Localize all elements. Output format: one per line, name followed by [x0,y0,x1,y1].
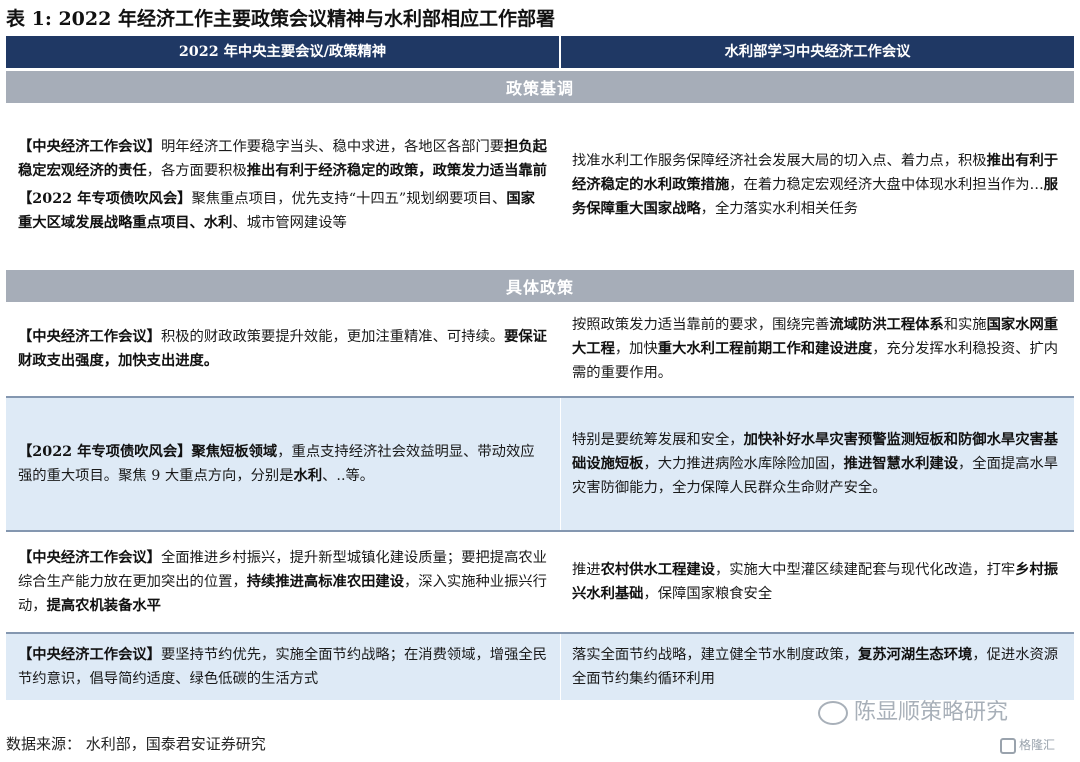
body-text: ，全力落实水利相关任务 [700,200,858,217]
emphasis-text: 提高农机装备水平 [46,598,161,614]
emphasis-text: 水利 [293,468,323,484]
emphasis-text: 【2022 年专项债吹风会】聚焦短板领域 [18,444,278,460]
row2-right-cell: 按照政策发力适当靠前的要求，围绕完善流域防洪工程体系和实施国家水网重大工程，加快… [561,302,1074,396]
table-row: 【中央经济工作会议】要坚持节约优先，实施全面节约战略；在消费领域，增强全民节约意… [6,634,1074,700]
row2-right-text: 按照政策发力适当靠前的要求，围绕完善流域防洪工程体系和实施国家水网重大工程，加快… [572,313,1064,385]
header-right: 水利部学习中央经济工作会议 [724,44,911,60]
emphasis-text: 推进智慧水利建设 [843,456,959,472]
data-source-note: 数据来源： 水利部，国泰君安证券研究 [6,735,266,753]
emphasis-text: 流域防洪工程体系 [829,317,944,333]
body-text: 找准水利工作服务保障经济社会发展大局的切入点、着力点，积极 [572,152,987,169]
row3-left-cell: 【2022 年专项债吹风会】聚焦短板领域，重点支持经济社会效益明显、带动效应强的… [6,398,561,530]
body-text: 聚焦重点项目，优先支持“十四五”规划纲要项目、 [191,190,507,207]
wechat-icon [818,701,848,725]
body-text: ，在着力稳定宏观经济大盘中体现水利担当作为… [729,176,1044,193]
row1-right-text: 找准水利工作服务保障经济社会发展大局的切入点、着力点，积极推出有利于经济稳定的水… [572,149,1064,221]
row2-left-text: 【中央经济工作会议】积极的财政政策要提升效能，更加注重精准、可持续。要保证财政支… [18,325,548,373]
emphasis-text: 【中央经济工作会议】 [18,138,161,155]
emphasis-text: 复苏河湖生态环境 [857,647,973,663]
row1-left-para2: 【2022 年专项债吹风会】聚焦重点项目，优先支持“十四五”规划纲要项目、国家重… [18,187,548,235]
emphasis-text: 推出有利于经济稳定的政策，政策发力适当靠前 [246,162,547,179]
body-text: ，大力推进病险水库除险加固， [643,456,844,472]
body-text: 、..等。 [322,468,375,484]
emphasis-text: 【2022 年专项债吹风会】 [18,190,192,207]
section-policy-tone: 政策基调 [6,71,1074,103]
row2-left-cell: 【中央经济工作会议】积极的财政政策要提升效能，更加注重精准、可持续。要保证财政支… [6,302,561,396]
emphasis-text: 【中央经济工作会议】 [18,550,161,566]
emphasis-text: 持续推进高标准农田建设 [246,574,405,590]
body-text: 明年经济工作要稳字当头、稳中求进，各地区各部门要 [160,138,505,155]
row3-right-text: 特别是要统筹发展和安全，加快补好水旱灾害预警监测短板和防御水旱灾害基础设施短板，… [572,428,1064,500]
body-text: ，加快 [614,341,658,357]
body-text: 推进 [572,562,601,578]
body-text: 、城市管网建设等 [232,214,347,231]
row5-left-cell: 【中央经济工作会议】要坚持节约优先，实施全面节约战略；在消费领域，增强全民节约意… [6,634,561,700]
watermark-text: 陈显顺策略研究 [854,700,1009,725]
corner-watermark-text: 格隆汇 [1019,738,1056,752]
watermark: 陈显顺策略研究 [818,694,1008,726]
body-text: 按照政策发力适当靠前的要求，围绕完善 [572,317,830,333]
body-text: ，实施大中型灌区续建配套与现代化改造，打牢 [714,562,1016,578]
row4-right-text: 推进农村供水工程建设，实施大中型灌区续建配套与现代化改造，打牢乡村振兴水利基础，… [572,558,1064,606]
policy-table: 2022 年中央主要会议/政策精神 水利部学习中央经济工作会议 政策基调 【中央… [6,36,1074,700]
row5-left-text: 【中央经济工作会议】要坚持节约优先，实施全面节约战略；在消费领域，增强全民节约意… [18,643,548,691]
body-text: ，保障国家粮食安全 [643,586,773,602]
emphasis-text: 农村供水工程建设 [600,562,715,578]
table-title: 表 1: 2022 年经济工作主要政策会议精神与水利部相应工作部署 [6,8,555,30]
body-text: 积极的财政政策要提升效能，更加注重精准、可持续。 [160,329,505,345]
row4-right-cell: 推进农村供水工程建设，实施大中型灌区续建配套与现代化改造，打牢乡村振兴水利基础，… [561,532,1074,632]
section-specific-policy: 具体政策 [6,270,1074,302]
emphasis-text: 【中央经济工作会议】 [18,647,161,663]
row1-left-para1: 【中央经济工作会议】明年经济工作要稳字当头、稳中求进，各地区各部门要担负起稳定宏… [18,135,548,183]
row1-left-cell: 【中央经济工作会议】明年经济工作要稳字当头、稳中求进，各地区各部门要担负起稳定宏… [6,103,561,266]
body-text: ，各方面要积极 [146,162,247,179]
table-row: 【中央经济工作会议】明年经济工作要稳字当头、稳中求进，各地区各部门要担负起稳定宏… [6,103,1074,266]
emphasis-text: 【中央经济工作会议】 [18,329,161,345]
row4-left-text: 【中央经济工作会议】全面推进乡村振兴，提升新型城镇化建设质量；要把提高农业综合生… [18,546,548,618]
table-header: 2022 年中央主要会议/政策精神 水利部学习中央经济工作会议 [6,36,1074,68]
corner-watermark: 格隆汇 [1000,736,1055,754]
table-row: 【中央经济工作会议】全面推进乡村振兴，提升新型城镇化建设质量；要把提高农业综合生… [6,532,1074,632]
gelonghui-logo-icon [1000,737,1016,754]
body-text: 特别是要统筹发展和安全， [572,432,744,448]
row1-right-cell: 找准水利工作服务保障经济社会发展大局的切入点、着力点，积极推出有利于经济稳定的水… [561,103,1074,266]
table-row: 【2022 年专项债吹风会】聚焦短板领域，重点支持经济社会效益明显、带动效应强的… [6,398,1074,530]
row3-right-cell: 特别是要统筹发展和安全，加快补好水旱灾害预警监测短板和防御水旱灾害基础设施短板，… [561,398,1074,530]
emphasis-text: 重大水利工程前期工作和建设进度 [657,341,873,357]
row5-right-cell: 落实全面节约战略，建立健全节水制度政策，复苏河湖生态环境，促进水资源全面节约集约… [561,634,1074,700]
table-row: 【中央经济工作会议】积极的财政政策要提升效能，更加注重精准、可持续。要保证财政支… [6,302,1074,396]
row5-right-text: 落实全面节约战略，建立健全节水制度政策，复苏河湖生态环境，促进水资源全面节约集约… [572,643,1064,691]
row4-left-cell: 【中央经济工作会议】全面推进乡村振兴，提升新型城镇化建设质量；要把提高农业综合生… [6,532,561,632]
body-text: 落实全面节约战略，建立健全节水制度政策， [572,647,858,663]
body-text: 和实施 [943,317,987,333]
row3-left-text: 【2022 年专项债吹风会】聚焦短板领域，重点支持经济社会效益明显、带动效应强的… [18,440,548,488]
header-left: 2022 年中央主要会议/政策精神 [6,36,561,68]
